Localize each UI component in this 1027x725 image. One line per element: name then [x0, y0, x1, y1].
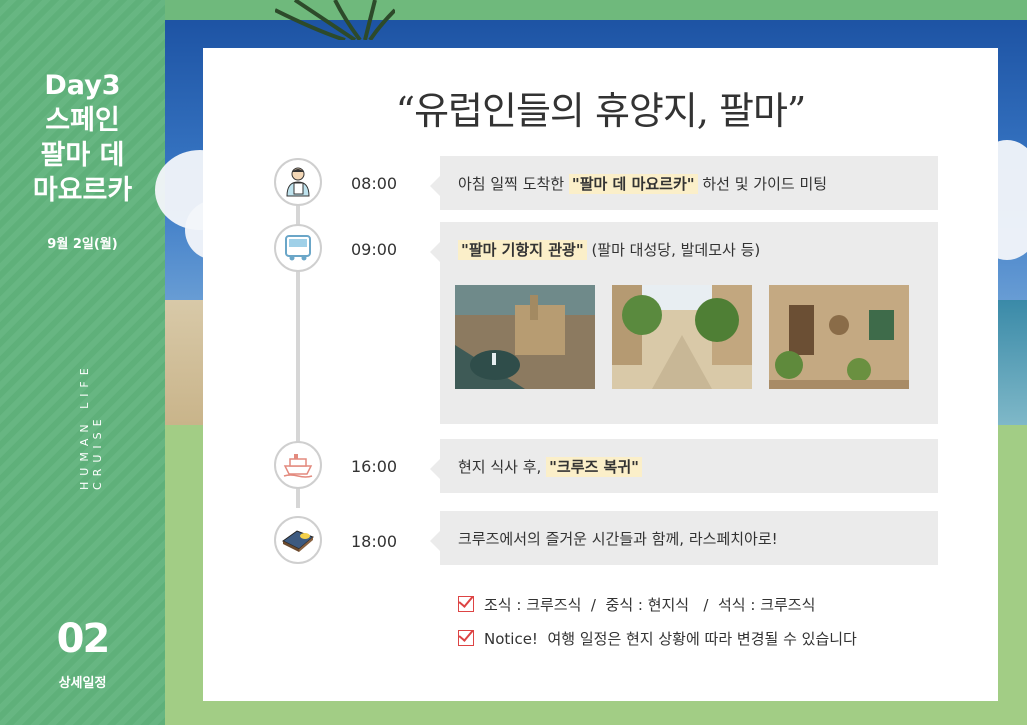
day-title: Day3 스페인 팔마 데 마요르카 [0, 68, 165, 208]
schedule-bubble: "팔마 기항지 관광" (팔마 대성당, 발데모사 등) [430, 222, 938, 424]
meals-note: 조식 : 크루즈식 / 중식 : 현지식 / 석식 : 크루즈식 [458, 594, 815, 615]
palm-leaves-image [275, 0, 395, 40]
schedule-text: 현지 식사 후, "크루즈 복귀" [458, 456, 642, 477]
notice-note: Notice! 여행 일정은 현지 상황에 따라 변경될 수 있습니다 [458, 628, 857, 649]
page-heading: “유럽인들의 휴양지, 팔마” [395, 89, 807, 133]
street-photo [612, 285, 752, 389]
notice-text: Notice! 여행 일정은 현지 상황에 따라 변경될 수 있습니다 [484, 630, 857, 648]
valldemossa-photo [769, 285, 909, 389]
day-title-line: 스페인 [45, 105, 120, 136]
schedule-bubble: 아침 일찍 도착한 "팔마 데 마요르카" 하선 및 가이드 미팅 [430, 156, 938, 210]
checkbox-checked-icon [458, 630, 474, 646]
meals-text: 조식 : 크루즈식 / 중식 : 현지식 / 석식 : 크루즈식 [484, 596, 816, 614]
bus-icon [274, 224, 322, 272]
palma-cathedral-photo [455, 285, 595, 389]
schedule-bubble: 크루즈에서의 즐거운 시간들과 함께, 라스페치아로! [430, 511, 938, 565]
sea-image [997, 300, 1027, 425]
schedule-highlight: "팔마 데 마요르카" [568, 174, 698, 194]
schedule-bubble: 현지 식사 후, "크루즈 복귀" [430, 439, 938, 493]
schedule-text: 크루즈에서의 즐거운 시간들과 함께, 라스페치아로! [458, 530, 778, 548]
brand-vertical-text: HUMAN LIFE CRUISE [78, 362, 104, 490]
bed-icon [274, 516, 322, 564]
schedule-time: 09:00 [351, 240, 398, 259]
page-label: 상세일정 [58, 676, 107, 691]
cruise-ship-icon [274, 441, 322, 489]
schedule-time: 16:00 [351, 457, 398, 476]
schedule-text: "팔마 기항지 관광" (팔마 대성당, 발데모사 등) [458, 239, 760, 260]
schedule-highlight: "팔마 기항지 관광" [458, 240, 587, 260]
checkbox-checked-icon [458, 596, 474, 612]
itinerary-card: “유럽인들의 휴양지, 팔마” 08:00 아침 일찍 도착한 "팔마 데 마요… [203, 48, 998, 701]
guide-person-icon [274, 158, 322, 206]
day-title-line: Day3 [44, 70, 121, 101]
sidebar: Day3 스페인 팔마 데 마요르카 9월 2일(월) HUMAN LIFE C… [0, 0, 165, 725]
beach-image [165, 300, 205, 425]
day-title-line: 팔마 데 [40, 140, 125, 171]
schedule-text: 아침 일찍 도착한 "팔마 데 마요르카" 하선 및 가이드 미팅 [458, 174, 828, 194]
schedule-highlight: "크루즈 복귀" [546, 457, 642, 477]
schedule-time: 08:00 [351, 174, 398, 193]
page-number: 02 [56, 616, 111, 662]
schedule-time: 18:00 [351, 532, 398, 551]
day-title-line: 마요르카 [32, 175, 133, 206]
day-date: 9월 2일(월) [47, 237, 118, 252]
